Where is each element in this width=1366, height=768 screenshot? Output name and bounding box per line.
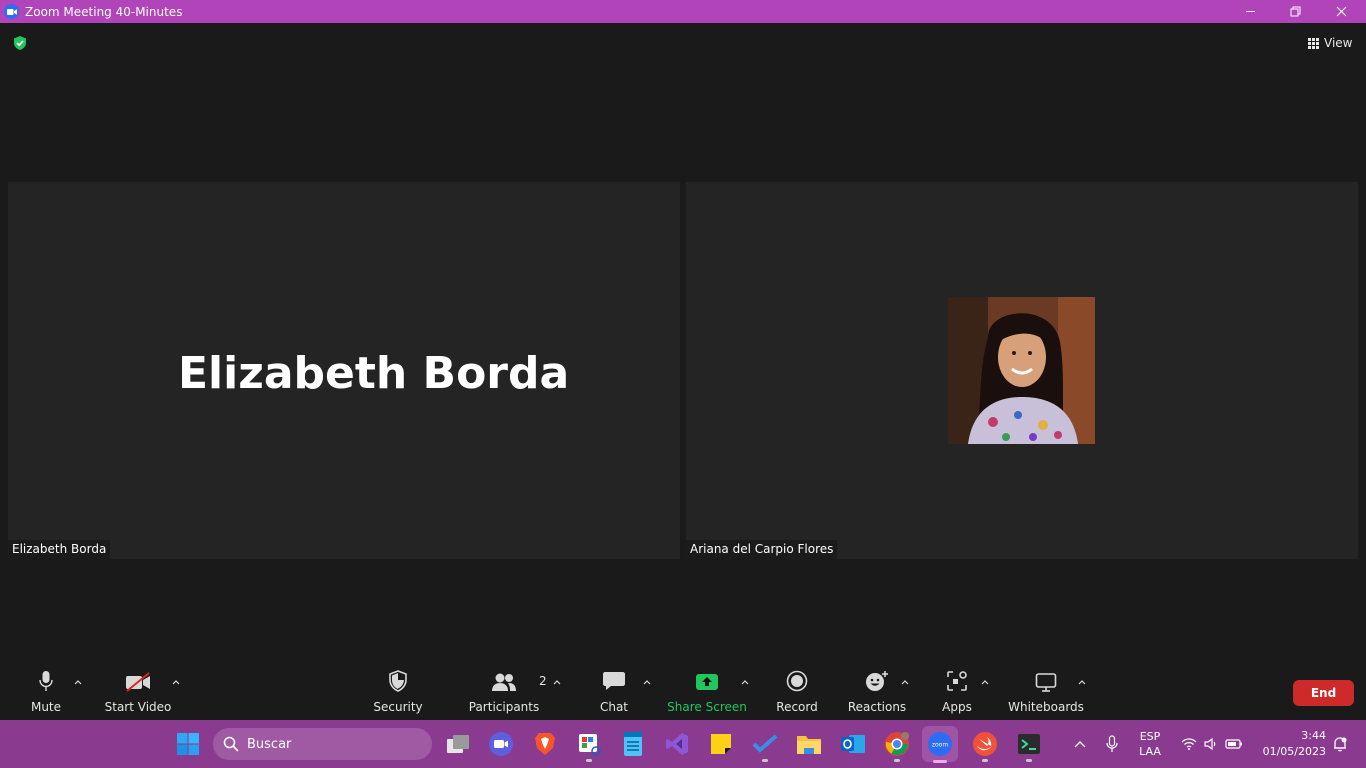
chat-button[interactable]: Chat [594,664,634,720]
wifi-icon [1181,738,1197,750]
participant-avatar [948,297,1095,444]
chrome-icon[interactable] [883,730,911,762]
todo-icon[interactable] [751,730,779,762]
view-button[interactable]: View [1302,32,1358,54]
taskbar-search[interactable]: Buscar [213,728,432,760]
record-button[interactable]: Record [774,664,820,720]
maximize-icon[interactable] [1272,0,1318,23]
record-label: Record [776,700,818,714]
video-off-icon [126,672,150,692]
brave-icon[interactable] [531,730,559,758]
chevron-up-icon[interactable] [1077,678,1087,686]
share-screen-label: Share Screen [667,700,747,714]
search-icon [223,736,239,752]
notifications-icon[interactable] [1330,720,1350,768]
view-label: View [1324,36,1353,50]
visual-studio-icon[interactable] [663,730,691,758]
chevron-up-icon[interactable] [552,678,562,686]
mute-label: Mute [30,700,62,714]
shield-check-icon[interactable] [12,35,28,51]
chat-icon [603,672,625,690]
zoom-icon[interactable]: zoom [922,726,958,763]
participant-name-tag: Ariana del Carpio Flores [686,540,838,559]
language-indicator[interactable]: ESP LAA [1130,720,1170,768]
chevron-up-icon[interactable] [73,678,83,686]
task-view-icon[interactable] [444,730,472,758]
chevron-up-icon[interactable] [171,678,181,686]
participant-name-tag: Elizabeth Borda [8,540,111,559]
swift-icon[interactable] [971,730,999,762]
chevron-up-icon[interactable] [900,678,910,686]
record-icon [786,670,808,692]
start-video-button[interactable]: Start Video [104,664,172,720]
whiteboard-icon [1035,673,1057,692]
network-volume-battery-group[interactable] [1176,720,1248,768]
participants-icon [492,673,516,691]
microphone-icon [39,671,53,691]
zoom-app-icon [4,4,19,19]
reactions-button[interactable]: Reactions [848,664,906,720]
close-icon[interactable] [1318,0,1364,23]
snipping-tool-icon[interactable] [575,730,603,762]
window-titlebar: Zoom Meeting 40-Minutes [0,0,1366,23]
participant-display-name: Elizabeth Borda [178,348,570,399]
apps-label: Apps [942,700,972,714]
show-hidden-icons-chevron-icon[interactable] [1068,720,1092,768]
minimize-icon[interactable] [1227,0,1273,23]
grid-icon [1308,37,1319,49]
terminal-icon[interactable] [1015,730,1043,762]
mute-button[interactable]: Mute [26,664,66,720]
battery-icon [1225,739,1242,749]
language-bottom: LAA [1139,745,1161,758]
share-screen-button[interactable]: Share Screen [667,664,747,720]
shield-icon [389,670,407,692]
security-label: Security [373,700,423,714]
participants-label: Participants [468,700,540,714]
end-meeting-button[interactable]: End [1293,680,1354,706]
file-explorer-icon[interactable] [795,730,823,758]
notepad-icon[interactable] [619,730,647,758]
reactions-icon [866,671,888,691]
video-tile-elizabeth[interactable]: Elizabeth Borda Elizabeth Borda [8,182,680,559]
video-tile-ariana[interactable]: Ariana del Carpio Flores [686,182,1358,559]
clock-date: 01/05/2023 [1262,745,1326,758]
meeting-toolbar: Mute Start Video Security 2 Participants… [0,664,1366,720]
share-screen-icon [696,674,718,690]
volume-icon [1204,738,1216,750]
window-title: Zoom Meeting 40-Minutes [25,4,183,19]
outlook-icon[interactable] [839,730,867,758]
windows-start-icon[interactable] [174,730,202,758]
chevron-up-icon[interactable] [980,678,990,686]
participants-button[interactable]: 2 Participants [468,664,547,720]
clock-time: 3:44 [1301,729,1326,742]
reactions-label: Reactions [847,700,907,714]
chevron-up-icon[interactable] [740,678,750,686]
chat-label: Chat [599,700,629,714]
svg-text:zoom: zoom [932,742,948,749]
security-button[interactable]: Security [373,664,423,720]
clock[interactable]: 3:44 01/05/2023 [1254,720,1330,768]
apps-icon [947,671,967,691]
start-video-label: Start Video [104,700,172,714]
microphone-tray-icon[interactable] [1101,720,1123,768]
search-placeholder: Buscar [247,736,292,752]
participants-count: 2 [539,674,547,688]
chevron-up-icon[interactable] [642,678,652,686]
apps-button[interactable]: Apps [938,664,976,720]
meet-icon[interactable] [487,730,515,758]
whiteboards-label: Whiteboards [1008,700,1084,714]
language-top: ESP [1139,730,1161,743]
whiteboards-button[interactable]: Whiteboards [1008,664,1084,720]
sticky-notes-icon[interactable] [707,730,735,758]
